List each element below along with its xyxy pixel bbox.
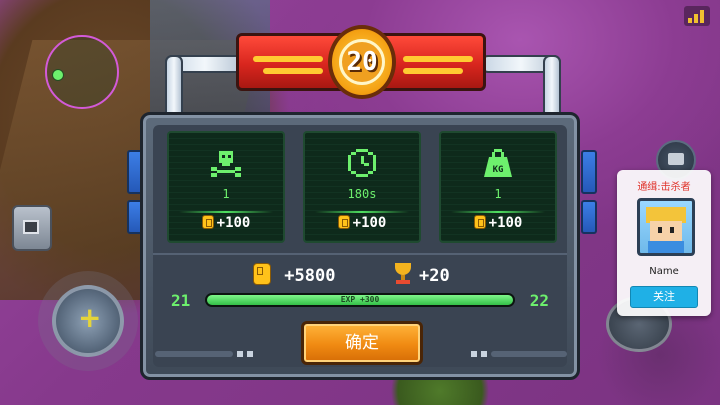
plus-icon: +: [78, 301, 102, 334]
killer-name: Name: [649, 266, 679, 277]
kills-stat-card: 1 +100: [167, 131, 285, 243]
coin-icon: [201, 215, 214, 229]
totals-row: +5800 +20: [153, 259, 567, 289]
total-coins: +5800: [253, 263, 335, 286]
killer-panel: 通缉:击杀者 Name 关注: [617, 170, 711, 316]
exp-progress-bar: EXP +300: [205, 293, 515, 307]
scroll-track: [491, 351, 567, 357]
skull-icon: [211, 151, 241, 177]
coin-icon: [473, 215, 486, 229]
next-level: 22: [529, 291, 549, 310]
coin-icon: [337, 215, 350, 229]
time-value: 180s: [347, 187, 377, 201]
killer-panel-title: 通缉:击杀者: [637, 182, 691, 193]
movement-joystick[interactable]: +: [52, 285, 124, 357]
scroll-dot: [471, 351, 477, 357]
total-trophies: +20: [393, 263, 450, 286]
signal-strength-icon: [684, 6, 710, 26]
trophy-icon: [393, 263, 413, 285]
current-level: 21: [171, 291, 191, 310]
time-reward: +100: [305, 215, 419, 231]
weight-value: 1: [494, 187, 502, 201]
exp-label: EXP +300: [340, 295, 380, 304]
time-stat-card: 180s +100: [303, 131, 421, 243]
frame-light: [581, 150, 597, 194]
scroll-dot: [481, 351, 487, 357]
weight-reward: +100: [441, 215, 555, 231]
inventory-button[interactable]: [12, 205, 52, 251]
level-badge: 20: [328, 25, 396, 99]
weight-icon: KG: [484, 149, 512, 177]
coin-icon: [253, 263, 271, 285]
clock-icon: [348, 149, 376, 177]
kills-value: 1: [222, 187, 230, 201]
svg-text:KG: KG: [493, 165, 504, 175]
divider: [153, 253, 567, 255]
player-marker-icon: [52, 69, 64, 81]
minimap[interactable]: [45, 35, 119, 109]
kills-reward: +100: [169, 215, 283, 231]
weight-stat-card: KG 1 +100: [439, 131, 557, 243]
scroll-track: [155, 351, 233, 357]
frame-light: [581, 200, 597, 234]
level-number: 20: [346, 47, 378, 77]
follow-button[interactable]: 关注: [630, 286, 698, 308]
scroll-dot: [247, 351, 253, 357]
level-banner: 20: [236, 25, 486, 99]
scroll-dot: [237, 351, 243, 357]
confirm-button[interactable]: 确定: [301, 321, 423, 365]
result-dialog: 1 +100 180s +100 KG 1 +100 +5800 +20 21 …: [140, 112, 580, 380]
killer-avatar[interactable]: [637, 198, 695, 256]
